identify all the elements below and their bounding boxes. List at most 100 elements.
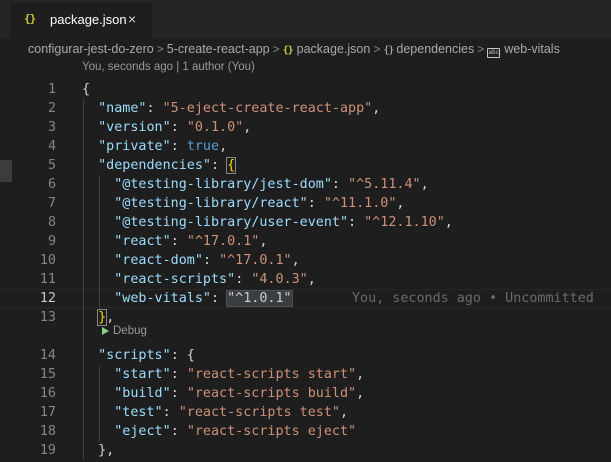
json-string: "react-scripts start" bbox=[186, 367, 357, 382]
json-file-icon: {} bbox=[282, 45, 294, 56]
code-line[interactable]: 5 "dependencies": { bbox=[0, 156, 611, 175]
line-number: 18 bbox=[39, 424, 56, 439]
code-content: "eject": "react-scripts eject" bbox=[82, 422, 356, 441]
breadcrumb-symbol-web-vitals[interactable]: abc web-vitals bbox=[487, 38, 560, 60]
code-content: "private": true, bbox=[82, 137, 227, 156]
code-line[interactable]: 1{ bbox=[0, 80, 611, 99]
punctuation: : bbox=[170, 367, 187, 382]
git-blame-codelens[interactable]: You, seconds ago | 1 author (You) bbox=[82, 61, 255, 73]
punctuation: : bbox=[170, 424, 187, 439]
code-line[interactable]: 3 "version": "0.1.0", bbox=[0, 118, 611, 137]
code-line[interactable]: 16 "build": "react-scripts build", bbox=[0, 384, 611, 403]
code-line[interactable]: 15 "start": "react-scripts start", bbox=[0, 365, 611, 384]
code-line[interactable]: 6 "@testing-library/jest-dom": "^5.11.4"… bbox=[0, 175, 611, 194]
code-content: "react-dom": "^17.0.1", bbox=[82, 251, 300, 270]
close-icon[interactable]: × bbox=[128, 11, 136, 27]
code-line[interactable]: 11 "react-scripts": "4.0.3", bbox=[0, 270, 611, 289]
json-key: "version" bbox=[98, 120, 171, 135]
code-content: "name": "5-eject-create-react-app", bbox=[82, 99, 380, 118]
code-line[interactable]: 14 "scripts": { bbox=[0, 346, 611, 365]
breadcrumb-folder-project[interactable]: 5-create-react-app bbox=[167, 38, 270, 60]
punctuation: : bbox=[211, 158, 228, 173]
code-editor[interactable]: 1{2 "name": "5-eject-create-react-app", 3… bbox=[0, 78, 611, 462]
punctuation: , bbox=[356, 386, 365, 401]
json-string: "^12.1.10" bbox=[364, 215, 445, 230]
json-key: "eject" bbox=[114, 424, 171, 439]
punctuation: : bbox=[331, 177, 349, 192]
editor-tab-bar: {} package.json × bbox=[0, 0, 611, 38]
punctuation: , bbox=[259, 234, 268, 249]
line-number: 14 bbox=[39, 348, 56, 363]
punctuation bbox=[82, 120, 98, 135]
breadcrumb-file[interactable]: {} package.json bbox=[283, 38, 371, 60]
breadcrumb: configurar-jest-do-zero >5-create-react-a… bbox=[0, 38, 611, 60]
json-key: "react-scripts" bbox=[114, 272, 236, 287]
punctuation: } bbox=[97, 309, 108, 326]
line-number: 8 bbox=[47, 215, 56, 230]
line-number: 1 bbox=[47, 82, 56, 97]
code-content: "web-vitals": "^1.0.1" bbox=[82, 290, 293, 307]
code-content: "@testing-library/user-event": "^12.1.10… bbox=[82, 213, 453, 232]
tab-package-json[interactable]: {} package.json × bbox=[10, 3, 152, 38]
line-number: 7 bbox=[47, 196, 56, 211]
punctuation: : bbox=[307, 196, 324, 211]
punctuation: : bbox=[211, 291, 228, 306]
json-key: "@testing-library/react" bbox=[114, 196, 308, 211]
indent-guide bbox=[99, 365, 101, 441]
punctuation bbox=[82, 139, 98, 154]
code-line[interactable]: 7 "@testing-library/react": "^11.1.0", bbox=[0, 194, 611, 213]
line-number: 17 bbox=[39, 405, 56, 420]
tab-label: package.json bbox=[50, 12, 127, 27]
breadcrumb-label: package.json bbox=[296, 42, 371, 56]
code-content: "@testing-library/jest-dom": "^5.11.4", bbox=[82, 175, 428, 194]
punctuation: , bbox=[291, 253, 300, 268]
json-string: "^17.0.1" bbox=[186, 234, 260, 249]
punctuation: : bbox=[170, 139, 187, 154]
code-line[interactable]: 9 "react": "^17.0.1", bbox=[0, 232, 611, 251]
punctuation: : { bbox=[170, 348, 195, 363]
breadcrumb-label: configurar-jest-do-zero bbox=[28, 42, 154, 56]
json-key: "start" bbox=[114, 367, 171, 382]
line-number: 16 bbox=[39, 386, 56, 401]
code-line[interactable]: 13 }, bbox=[0, 308, 611, 327]
selected-text: "^1.0.1" bbox=[226, 290, 293, 307]
json-key: "react" bbox=[114, 234, 171, 249]
punctuation bbox=[82, 348, 98, 363]
indent-guide bbox=[83, 99, 84, 460]
code-line[interactable]: 12 "web-vitals": "^1.0.1" You, seconds ag… bbox=[0, 289, 611, 308]
breadcrumb-label: web-vitals bbox=[504, 42, 560, 56]
code-line[interactable]: 17 "test": "react-scripts test", bbox=[0, 403, 611, 422]
json-string: "react-scripts test" bbox=[178, 405, 340, 420]
punctuation: { bbox=[82, 82, 91, 97]
line-number: 4 bbox=[47, 139, 56, 154]
punctuation: , bbox=[340, 405, 349, 420]
json-key: "scripts" bbox=[98, 348, 171, 363]
code-line[interactable]: 10 "react-dom": "^17.0.1", bbox=[0, 251, 611, 270]
code-content: "start": "react-scripts start", bbox=[82, 365, 364, 384]
code-line[interactable]: 18 "eject": "react-scripts eject" bbox=[0, 422, 611, 441]
punctuation: : bbox=[162, 405, 179, 420]
line-number: 19 bbox=[39, 443, 56, 458]
json-string: "5-eject-create-react-app" bbox=[162, 101, 373, 116]
punctuation: , bbox=[219, 139, 228, 154]
json-string: "4.0.3" bbox=[251, 272, 308, 287]
json-key: "build" bbox=[114, 386, 171, 401]
punctuation bbox=[82, 310, 98, 325]
punctuation: , bbox=[396, 196, 405, 211]
punctuation: : bbox=[348, 215, 365, 230]
string-symbol-icon: abc bbox=[487, 48, 501, 58]
punctuation: : bbox=[235, 272, 252, 287]
json-string: "react-scripts eject" bbox=[186, 424, 357, 439]
punctuation: , bbox=[372, 101, 381, 116]
code-line[interactable]: 2 "name": "5-eject-create-react-app", bbox=[0, 99, 611, 118]
json-key: "dependencies" bbox=[98, 158, 211, 173]
breadcrumb-folder-root[interactable]: configurar-jest-do-zero bbox=[28, 38, 154, 60]
json-file-icon: {} bbox=[24, 12, 36, 25]
code-line[interactable]: 4 "private": true, bbox=[0, 137, 611, 156]
punctuation: : bbox=[146, 101, 163, 116]
breadcrumb-symbol-dependencies[interactable]: {} dependencies bbox=[383, 38, 474, 60]
code-line[interactable]: 19 }, bbox=[0, 441, 611, 460]
indent-guide bbox=[99, 175, 101, 308]
code-line[interactable]: 8 "@testing-library/user-event": "^12.1.… bbox=[0, 213, 611, 232]
line-number: 2 bbox=[47, 101, 56, 116]
